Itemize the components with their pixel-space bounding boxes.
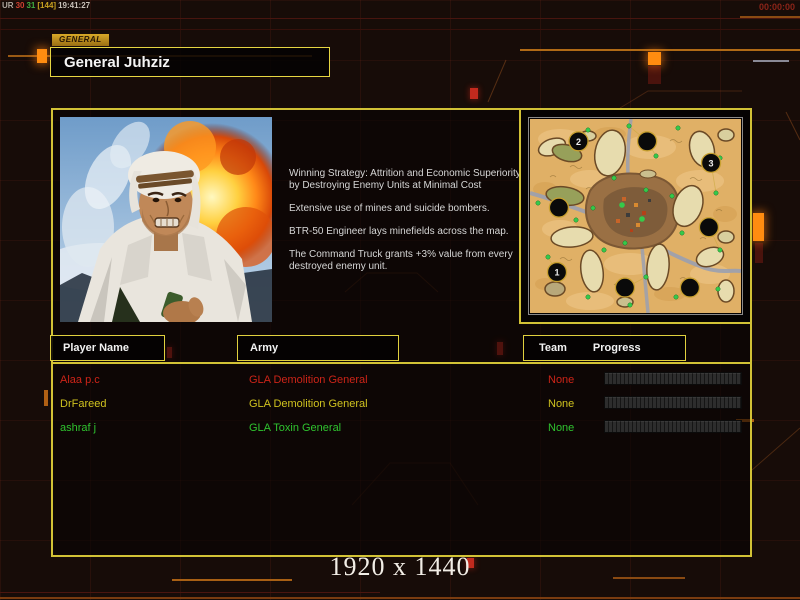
bg-line — [0, 597, 800, 599]
netstats-value-2: 31 — [26, 1, 36, 10]
map-start-marker — [614, 277, 636, 298]
general-portrait-image — [40, 117, 286, 325]
player-progress-bar — [604, 372, 742, 385]
column-header-player-name: Player Name — [50, 335, 165, 361]
player-army: GLA Demolition General — [249, 374, 368, 386]
player-row: DrFareed GLA Demolition General None — [53, 392, 750, 416]
player-name: Alaa p.c — [60, 374, 100, 386]
strategy-briefing: Winning Strategy: Attrition and Economic… — [289, 168, 527, 284]
red-square — [470, 88, 478, 99]
player-name: DrFareed — [60, 398, 107, 410]
player-team: None — [548, 374, 575, 386]
bg-line — [0, 29, 800, 30]
column-header-team-progress: Team Progress — [523, 335, 686, 361]
match-timer: 00:00:00 — [758, 2, 795, 12]
general-title-box: General Juhziz — [50, 47, 330, 77]
player-army: GLA Toxin General — [249, 422, 342, 434]
briefing-paragraph: Winning Strategy: Attrition and Economic… — [289, 168, 521, 191]
player-row: ashraf j GLA Toxin General None — [53, 416, 750, 440]
netstats-value-3: [144] — [37, 1, 57, 10]
map-start-marker — [679, 277, 701, 298]
column-header-label: Progress — [592, 342, 641, 354]
player-team: None — [548, 422, 575, 434]
resolution-label: 1920 x 1440 — [329, 552, 471, 581]
glow-square — [648, 52, 661, 65]
map-preview-box: 2 3 1 — [519, 108, 752, 324]
loadscreen-panel: Winning Strategy: Attrition and Economic… — [40, 108, 752, 557]
column-header-label: Army — [250, 342, 279, 354]
network-stats-overlay: UR 30 31 [144] 19:41:27 — [2, 1, 92, 10]
column-header-label: Player Name — [63, 342, 130, 354]
svg-text:2: 2 — [576, 137, 581, 147]
column-header-army: Army — [237, 335, 399, 361]
bg-line — [0, 18, 800, 19]
bg-line — [520, 49, 800, 51]
bg-line — [0, 592, 380, 593]
glow-square-fade — [648, 66, 661, 84]
briefing-paragraph: BTR-50 Engineer lays minefields across t… — [289, 226, 509, 237]
map-start-marker — [636, 131, 658, 152]
bg-line — [753, 60, 789, 62]
bg-line — [44, 390, 48, 406]
bg-line — [740, 16, 800, 18]
player-list-panel: Alaa p.c GLA Demolition General None DrF… — [53, 362, 750, 555]
player-row: Alaa p.c GLA Demolition General None — [53, 368, 750, 392]
svg-text:1: 1 — [555, 268, 560, 278]
player-army: GLA Demolition General — [249, 398, 368, 410]
map-start-marker: 2 — [568, 131, 589, 152]
map-start-marker: 1 — [546, 261, 568, 283]
glow-square-fade — [755, 243, 763, 263]
player-team: None — [548, 398, 575, 410]
map-start-marker — [548, 197, 570, 218]
briefing-paragraph: Extensive use of mines and suicide bombe… — [289, 203, 490, 214]
player-progress-bar — [604, 396, 742, 409]
netstats-clock: 19:41:27 — [58, 1, 91, 10]
map-preview-image: 2 3 1 — [528, 117, 743, 315]
briefing-paragraph: The Command Truck grants +3% value from … — [289, 249, 513, 272]
map-start-marker: 3 — [700, 152, 722, 173]
glow-square — [753, 213, 764, 241]
netstats-value-1: 30 — [15, 1, 25, 10]
svg-text:3: 3 — [709, 158, 714, 168]
glow-square — [37, 49, 47, 63]
general-tab-label: GENERAL — [52, 34, 109, 46]
netstats-label: UR — [2, 1, 14, 10]
general-name: General Juhziz — [64, 53, 170, 71]
map-start-marker — [698, 217, 720, 238]
player-name: ashraf j — [60, 422, 97, 434]
player-progress-bar — [604, 420, 742, 433]
column-header-label: Team — [539, 342, 567, 354]
